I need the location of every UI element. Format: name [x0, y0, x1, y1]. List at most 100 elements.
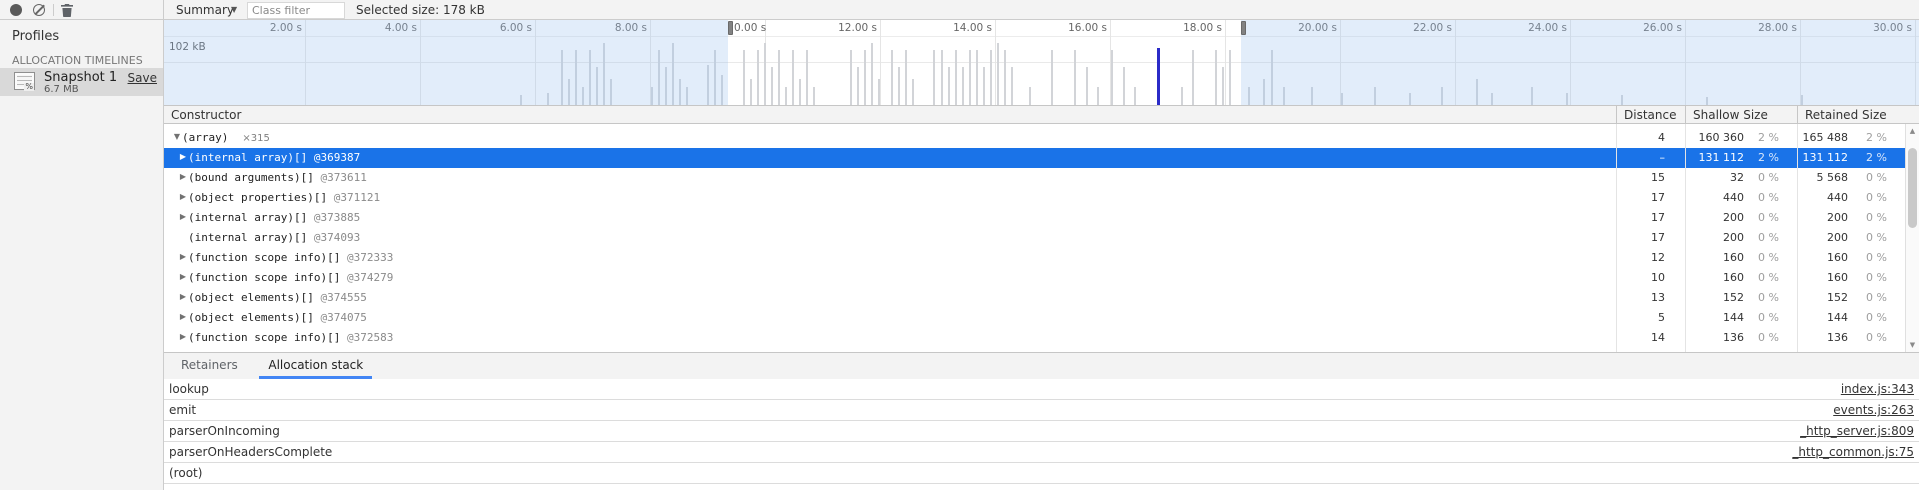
table-row[interactable]: ▶(object properties)[] @371121174400 %44… — [164, 188, 1905, 208]
allocation-bar — [778, 50, 780, 105]
main-toolbar: Summary ▼ Selected size: 178 kB — [0, 0, 1919, 20]
shallow-pct-cell: 0 % — [1758, 211, 1779, 225]
constructor-name: (object elements)[] @374555 — [188, 291, 367, 305]
constructor-name: (function scope info)[] @372583 — [188, 331, 393, 345]
disclosure-triangle-icon[interactable]: ▶ — [178, 292, 188, 301]
retained-size-cell: 165 488 — [1803, 131, 1849, 145]
table-row[interactable]: ▶(internal array)[] @373885172000 %2000 … — [164, 208, 1905, 228]
allocation-bar — [1134, 87, 1136, 105]
constructor-name: (object elements)[] @374075 — [188, 311, 367, 325]
disclosure-triangle-icon[interactable]: ▶ — [178, 272, 188, 281]
allocation-bar — [1029, 87, 1031, 105]
table-row[interactable]: ▶(bound arguments)[] @37361115320 %5 568… — [164, 168, 1905, 188]
timeline-tick-label: 16.00 s — [1037, 22, 1107, 34]
allocation-bar — [1011, 67, 1013, 105]
sidebar-item-snapshot-1[interactable]: % Snapshot 1 6.7 MB Save — [0, 68, 163, 96]
stack-function-name: parserOnHeadersComplete — [169, 445, 332, 459]
table-row[interactable]: ▶(internal array)[] @369387–131 1122 %13… — [164, 148, 1905, 168]
allocation-bar — [1051, 50, 1053, 105]
retained-pct-cell: 2 % — [1866, 151, 1887, 165]
window-handle-left[interactable] — [728, 21, 733, 35]
timeline-tick-label: 18.00 s — [1152, 22, 1222, 34]
scroll-down-icon[interactable]: ▼ — [1906, 341, 1919, 349]
allocation-overview-chart[interactable]: 102 kB 2.00 s4.00 s6.00 s8.00 s0.00 s12.… — [164, 20, 1919, 105]
disclosure-triangle-icon[interactable]: ▶ — [178, 172, 188, 181]
object-id: @374279 — [347, 271, 393, 284]
allocation-bar — [997, 43, 999, 105]
table-row[interactable]: ▶(object elements)[] @37407551440 %1440 … — [164, 308, 1905, 328]
constructor-name: (internal array)[] @374093 — [188, 231, 360, 245]
object-id: @369387 — [314, 151, 360, 164]
retained-size-cell: 5 568 — [1817, 171, 1849, 185]
unselected-region-right[interactable] — [1241, 20, 1919, 105]
source-location-link[interactable]: _http_common.js:75 — [1792, 445, 1914, 459]
constructor-name: (function scope info)[] @372333 — [188, 251, 393, 265]
source-location-link[interactable]: index.js:343 — [1841, 382, 1914, 396]
table-row[interactable]: ▶(function scope info)[] @372333121600 %… — [164, 248, 1905, 268]
disclosure-triangle-icon[interactable]: ▶ — [178, 212, 188, 221]
table-row[interactable]: ▶(function scope info)[] @372583141360 %… — [164, 328, 1905, 348]
shallow-pct-cell: 0 % — [1758, 231, 1779, 245]
dropdown-triangle-icon: ▼ — [231, 1, 237, 19]
table-row[interactable]: ▶(object elements)[] @374555131520 %1520… — [164, 288, 1905, 308]
table-row[interactable]: ▶(function scope info)[] @374279101600 %… — [164, 268, 1905, 288]
timeline-tick-label: 0.00 s — [734, 22, 778, 34]
unselected-region-left[interactable] — [164, 20, 728, 105]
retained-pct-cell: 0 % — [1866, 231, 1887, 245]
source-location-link[interactable]: _http_server.js:809 — [1800, 424, 1914, 438]
grid-scrollbar[interactable]: ▲ ▼ — [1905, 124, 1919, 352]
table-row[interactable]: ▼(array)×3154160 3602 %165 4882 % — [164, 128, 1905, 148]
retained-size-cell: 440 — [1827, 191, 1848, 205]
heap-snapshot-icon: % — [14, 72, 35, 90]
retained-pct-cell: 0 % — [1866, 191, 1887, 205]
distance-cell: 17 — [1651, 191, 1665, 205]
disclosure-triangle-icon[interactable]: ▶ — [178, 252, 188, 261]
allocation-bar — [976, 50, 978, 105]
allocation-bar — [933, 50, 935, 105]
object-id: @373885 — [314, 211, 360, 224]
allocation-bar — [969, 50, 971, 105]
save-link[interactable]: Save — [128, 71, 157, 85]
trash-icon[interactable] — [59, 2, 75, 18]
clear-icon[interactable] — [31, 2, 47, 18]
column-header-retained-size[interactable]: Retained Size — [1805, 107, 1887, 123]
allocation-bar — [1004, 50, 1006, 105]
retained-pct-cell: 0 % — [1866, 331, 1887, 345]
record-icon[interactable] — [8, 2, 24, 18]
allocation-bar — [871, 43, 873, 105]
disclosure-triangle-icon[interactable]: ▼ — [172, 132, 182, 141]
scroll-up-icon[interactable]: ▲ — [1906, 127, 1919, 135]
object-id: @374555 — [320, 291, 366, 304]
object-id: @374093 — [314, 231, 360, 244]
table-row[interactable]: (internal array)[] @374093172000 %2000 % — [164, 228, 1905, 248]
retained-pct-cell: 0 % — [1866, 311, 1887, 325]
retained-pct-cell: 0 % — [1866, 251, 1887, 265]
disclosure-triangle-icon[interactable]: ▶ — [178, 152, 188, 161]
retained-size-cell: 136 — [1827, 331, 1848, 345]
class-filter-input[interactable] — [247, 2, 345, 19]
perspective-select[interactable]: Summary — [176, 1, 234, 19]
distance-cell: – — [1660, 151, 1666, 165]
distance-cell: 4 — [1658, 131, 1665, 145]
disclosure-triangle-icon[interactable]: ▶ — [178, 192, 188, 201]
column-divider — [1616, 106, 1617, 123]
tab-retainers[interactable]: Retainers — [172, 353, 247, 379]
column-header-constructor[interactable]: Constructor — [171, 107, 241, 123]
allocation-bar — [948, 67, 950, 105]
column-header-distance[interactable]: Distance — [1624, 107, 1676, 123]
shallow-pct-cell: 0 % — [1758, 171, 1779, 185]
retained-pct-cell: 0 % — [1866, 171, 1887, 185]
shallow-size-cell: 160 — [1723, 251, 1744, 265]
scrollbar-thumb[interactable] — [1908, 148, 1917, 228]
disclosure-triangle-icon[interactable]: ▶ — [178, 312, 188, 321]
snapshot-title: Snapshot 1 — [44, 70, 117, 85]
shallow-size-cell: 440 — [1723, 191, 1744, 205]
disclosure-triangle-icon[interactable]: ▶ — [178, 332, 188, 341]
timeline-gridline — [880, 20, 881, 105]
column-header-shallow-size[interactable]: Shallow Size — [1693, 107, 1768, 123]
window-handle-right[interactable] — [1241, 21, 1246, 35]
source-location-link[interactable]: events.js:263 — [1833, 403, 1914, 417]
tab-allocation-stack[interactable]: Allocation stack — [259, 353, 372, 379]
allocation-bar — [757, 50, 759, 105]
distance-cell: 13 — [1651, 291, 1665, 305]
